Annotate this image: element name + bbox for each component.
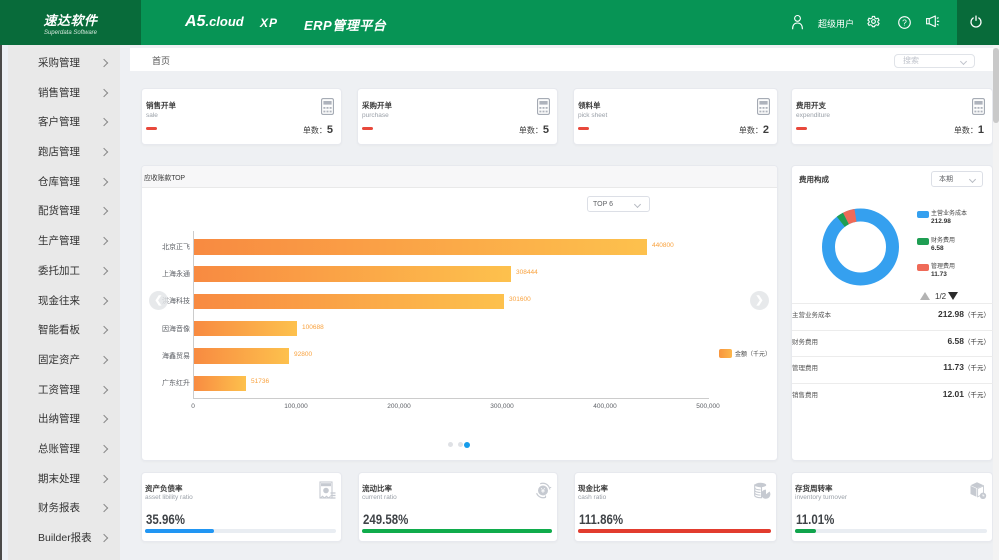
svg-text:?: ? — [902, 18, 907, 28]
